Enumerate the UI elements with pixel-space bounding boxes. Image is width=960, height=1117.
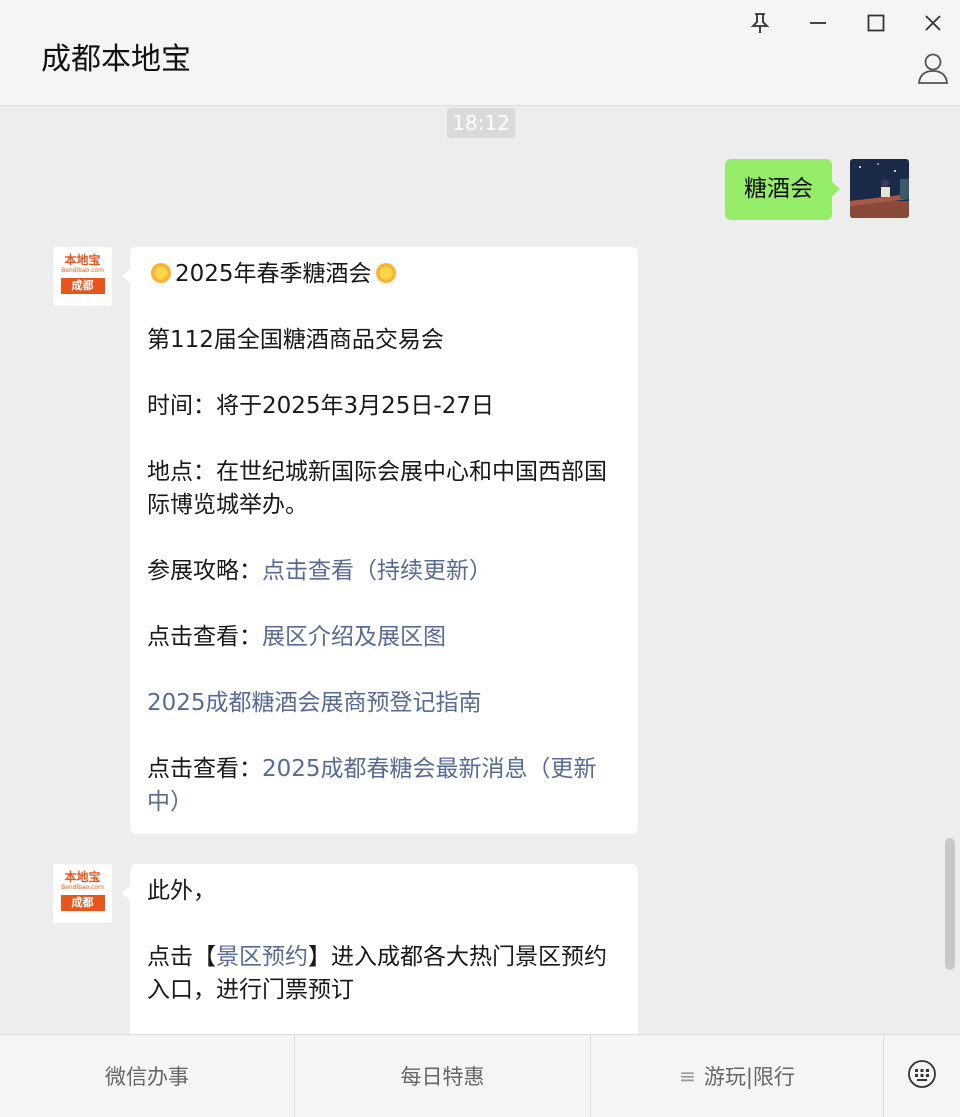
- register-link[interactable]: 2025成都糖酒会展商预登记指南: [147, 690, 482, 716]
- tip-prefix: 点击【: [147, 944, 216, 970]
- maximize-icon[interactable]: [861, 8, 891, 38]
- map-line: 点击查看：展区介绍及展区图: [147, 621, 622, 654]
- logo-city-text: 成都: [60, 278, 105, 294]
- message-timestamp: 18:12: [447, 108, 515, 138]
- my-message-bubble[interactable]: 糖酒会: [725, 159, 840, 220]
- news-prefix: 点击查看：: [147, 756, 262, 782]
- register-line: 2025成都糖酒会展商预登记指南: [147, 687, 622, 720]
- map-prefix: 点击查看：: [147, 624, 262, 650]
- my-avatar[interactable]: [850, 159, 909, 218]
- menu-travel-label: 游玩|限行: [703, 1065, 795, 1089]
- minimize-icon[interactable]: [803, 8, 833, 38]
- logo-domain-text: Bendibao.com: [61, 267, 104, 274]
- headline-line: 2025年春季糖酒会: [147, 258, 622, 291]
- bot-avatar[interactable]: 本地宝 Bendibao.com 成都: [53, 247, 112, 306]
- chat-scrollbar[interactable]: [945, 838, 955, 970]
- sun-icon: [150, 261, 172, 283]
- sun-icon: [375, 261, 397, 283]
- bot-message-bubble[interactable]: 此外， 点击【景区预约】进入成都各大热门景区预约入口，进行门票预订: [122, 864, 638, 1034]
- guide-prefix: 参展攻略：: [147, 558, 262, 584]
- guide-line: 参展攻略：点击查看（持续更新）: [147, 555, 622, 588]
- bot-avatar[interactable]: 本地宝 Bendibao.com 成都: [53, 864, 112, 923]
- map-link[interactable]: 展区介绍及展区图: [262, 624, 446, 650]
- guide-link[interactable]: 点击查看（持续更新）: [262, 558, 492, 584]
- chat-area[interactable]: 18:12 糖酒会 本地宝 Bendibao.com 成都 2025年春季糖酒会…: [0, 106, 960, 1034]
- title-bar: 成都本地宝: [0, 0, 960, 106]
- pin-icon[interactable]: [745, 8, 775, 38]
- menu-travel-restrictions[interactable]: ≡ 游玩|限行: [591, 1035, 884, 1117]
- news-line: 点击查看：2025成都春糖会最新消息（更新中）: [147, 753, 622, 819]
- menu-wechat-services[interactable]: 微信办事: [0, 1035, 295, 1117]
- keyboard-icon: [907, 1059, 937, 1093]
- scenic-booking-link[interactable]: 景区预约: [216, 944, 308, 970]
- user-profile-icon[interactable]: [915, 50, 951, 86]
- time-line: 时间：将于2025年3月25日-27日: [147, 393, 494, 419]
- headline-text: 2025年春季糖酒会: [175, 261, 372, 287]
- event-line: 第112届全国糖酒商品交易会: [147, 327, 444, 353]
- chat-title: 成都本地宝: [41, 42, 191, 77]
- logo-brand-text: 本地宝: [64, 253, 101, 267]
- place-line: 地点：在世纪城新国际会展中心和中国西部国际博览城举办。: [147, 459, 607, 518]
- menu-list-icon: ≡: [679, 1064, 696, 1088]
- menu-daily-deals[interactable]: 每日特惠: [295, 1035, 591, 1117]
- tip-line: 点击【景区预约】进入成都各大热门景区预约入口，进行门票预订: [147, 941, 622, 1007]
- logo-city-text: 成都: [60, 895, 105, 911]
- bot-message-bubble[interactable]: 2025年春季糖酒会 第112届全国糖酒商品交易会 时间：将于2025年3月25…: [122, 247, 638, 834]
- intro-line: 此外，: [147, 878, 216, 904]
- bottom-menu-bar: 微信办事 每日特惠 ≡ 游玩|限行: [0, 1034, 960, 1117]
- keyboard-toggle-button[interactable]: [884, 1035, 960, 1117]
- logo-domain-text: Bendibao.com: [61, 884, 104, 891]
- close-icon[interactable]: [918, 8, 948, 38]
- logo-brand-text: 本地宝: [64, 870, 101, 884]
